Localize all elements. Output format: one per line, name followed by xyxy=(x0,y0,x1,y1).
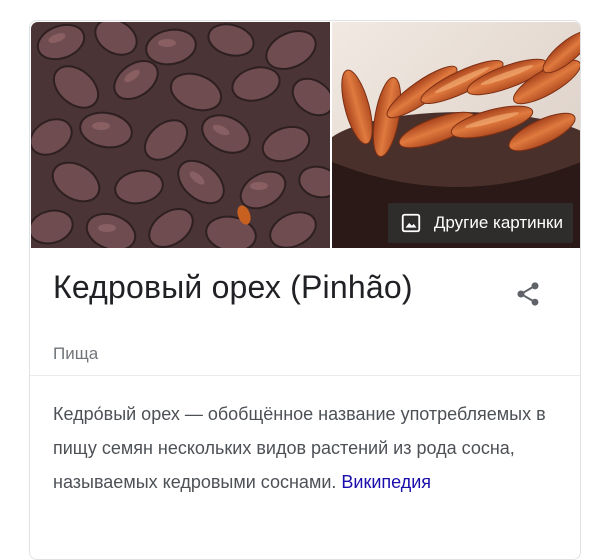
knowledge-panel: Другие картинки Кедровый орех (Pinhão) П… xyxy=(29,20,581,560)
image-strip: Другие картинки xyxy=(31,22,580,248)
entity-type: Пища xyxy=(53,344,99,363)
image-icon xyxy=(401,213,421,233)
entity-description: Кедро́вый орех — обобщённое название упо… xyxy=(53,397,553,499)
wikipedia-link[interactable]: Википедия xyxy=(341,472,431,492)
more-images-button[interactable]: Другие картинки xyxy=(387,203,573,243)
divider xyxy=(30,375,580,376)
share-button[interactable] xyxy=(511,277,545,311)
entity-title: Кедровый орех (Pinhão) xyxy=(53,269,413,305)
share-icon xyxy=(517,282,539,306)
description-text: Кедро́вый орех — обобщённое название упо… xyxy=(53,404,546,492)
pine-nuts-photo[interactable] xyxy=(31,22,330,248)
more-images-label: Другие картинки xyxy=(433,213,563,232)
pinhao-bowl-photo[interactable]: Другие картинки xyxy=(332,22,580,248)
